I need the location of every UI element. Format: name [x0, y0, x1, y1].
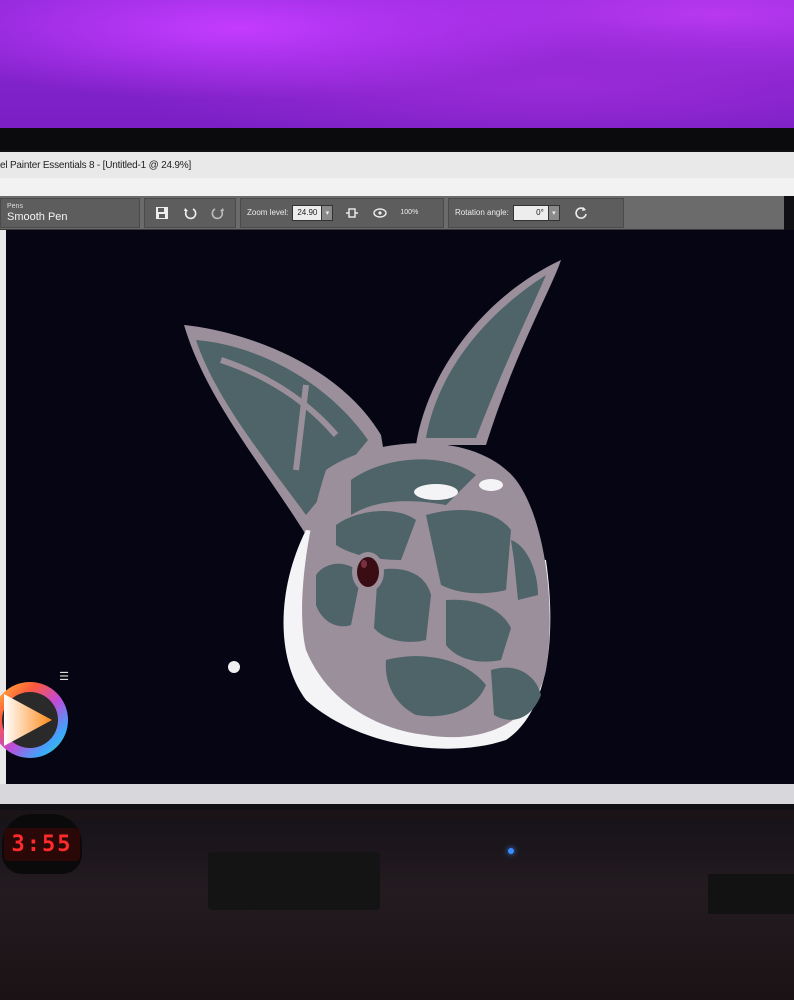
drawing-canvas[interactable] — [6, 230, 794, 790]
zoom-group: Zoom level: 24.90 ▾ 100% — [240, 197, 444, 228]
zoom-100-button[interactable]: 100% — [400, 209, 418, 216]
rotation-angle-input[interactable]: 0° — [512, 204, 549, 221]
background-wall — [0, 0, 794, 140]
brush-variant-name: Smooth Pen — [7, 210, 68, 223]
actual-size-icon[interactable] — [369, 202, 391, 224]
file-actions-group — [144, 197, 236, 228]
brush-category: Pens — [7, 202, 23, 210]
monitor-bottom-bezel — [0, 784, 794, 804]
save-icon[interactable] — [151, 202, 173, 224]
property-bar: Pens Smooth Pen Zoom level: 24.90 ▾ 100%… — [0, 196, 784, 230]
menubar-area — [0, 178, 794, 196]
alarm-clock: 3:55 — [2, 814, 82, 874]
redo-icon[interactable] — [207, 202, 229, 224]
zoom-dropdown-icon[interactable]: ▾ — [322, 204, 334, 221]
window-titlebar: el Painter Essentials 8 - [Untitled-1 @ … — [0, 152, 794, 178]
monitor-bezel — [0, 128, 794, 152]
brush-selector[interactable]: Pens Smooth Pen — [0, 197, 140, 228]
rotation-group: Rotation angle: 0° ▾ — [448, 197, 624, 228]
undo-icon[interactable] — [179, 202, 201, 224]
fit-screen-icon[interactable] — [341, 202, 363, 224]
speaker — [708, 874, 794, 914]
clock-display: 3:55 — [3, 827, 81, 861]
desk-surface — [0, 820, 794, 1000]
zoom-level-label: Zoom level: — [247, 208, 289, 217]
reset-rotation-icon[interactable] — [570, 202, 592, 224]
rabbit-illustration — [184, 260, 561, 749]
zoom-level-input[interactable]: 24.90 — [292, 204, 323, 221]
rotation-dropdown-icon[interactable]: ▾ — [548, 204, 560, 221]
panel-menu-icon[interactable]: ☰ — [56, 670, 72, 684]
window-title: el Painter Essentials 8 - [Untitled-1 @ … — [0, 159, 192, 171]
power-led-icon — [508, 848, 514, 854]
rotation-angle-label: Rotation angle: — [455, 208, 509, 217]
monitor-stand — [208, 852, 380, 910]
